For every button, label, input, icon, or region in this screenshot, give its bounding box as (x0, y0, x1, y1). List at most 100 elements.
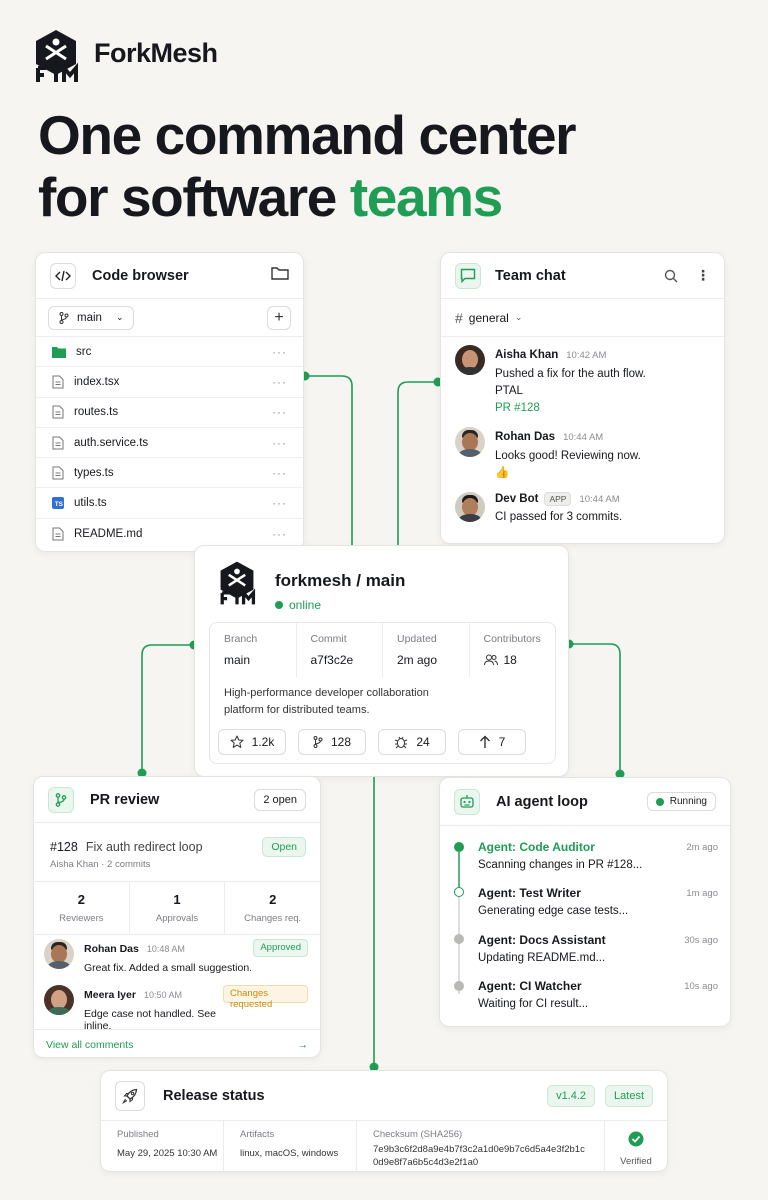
issues-button[interactable]: 24 (378, 729, 446, 755)
agent-time: 1m ago (686, 888, 718, 899)
file-name: utils.ts (74, 497, 107, 510)
file-item[interactable]: TS utils.ts ··· (36, 488, 303, 519)
pr-link[interactable]: PR #128 (495, 400, 646, 417)
ts-file-icon: TS (52, 497, 64, 510)
agent-item[interactable]: Agent: Test Writer Generating edge case … (478, 886, 718, 917)
message-time: 10:44 AM (563, 432, 604, 443)
file-list: src ··· index.tsx ··· routes.ts ··· auth… (36, 337, 303, 549)
pr-meta: Aisha Khan · 2 commits (50, 859, 150, 870)
pr-author: Aisha Khan (50, 859, 99, 870)
repository-card[interactable]: forkmesh / main online Branch main Commit… (194, 545, 569, 777)
message-time: 10:44 AM (579, 493, 620, 505)
more-icon[interactable]: ··· (272, 527, 287, 541)
more-icon[interactable]: ··· (272, 345, 287, 359)
pr-review-card: PR review 2 open #128 Fix auth redirect … (33, 776, 321, 1058)
ts-badge-text: TS (54, 501, 63, 509)
stat-value: 2 (77, 892, 85, 907)
pr-commits: 2 commits (107, 859, 151, 870)
add-file-button[interactable]: + (267, 305, 291, 330)
hero-line-1: One command center (38, 104, 577, 166)
pr-title: Fix auth redirect loop (85, 840, 203, 854)
file-item[interactable]: auth.service.ts ··· (36, 428, 303, 459)
review-body: Rohan Das 10:48 AM Great fix. Added a sma… (84, 939, 252, 974)
stat-label: Approvals (155, 913, 199, 924)
file-icon (52, 466, 64, 480)
file-name: types.ts (74, 466, 114, 479)
agent-item[interactable]: Agent: Docs Assistant Updating README.md… (478, 933, 718, 964)
stat-contributors: Contributors 18 (470, 623, 556, 677)
stars-count: 1.2k (251, 735, 275, 749)
sender-name: Rohan Das (495, 431, 556, 443)
agent-name: Agent: CI Watcher (478, 979, 582, 993)
meta-separator: · (101, 859, 105, 870)
more-icon[interactable]: ··· (272, 496, 287, 510)
more-vertical-icon[interactable]: ⋮ (696, 267, 710, 284)
open-count-badge[interactable]: 2 open (254, 788, 306, 811)
agent-item[interactable]: Agent: Code Auditor Scanning changes in … (478, 840, 718, 871)
pull-request-item[interactable]: #128 Fix auth redirect loop Open (50, 837, 306, 857)
agent-item[interactable]: Agent: CI Watcher Waiting for CI result.… (478, 979, 718, 1010)
users-icon (483, 654, 498, 666)
more-icon[interactable]: ··· (272, 436, 287, 450)
review-item: Rohan Das 10:48 AM Great fix. Added a sma… (44, 939, 308, 974)
pr-review-header: PR review 2 open (34, 777, 320, 823)
hash-icon: # (455, 309, 463, 326)
more-icon[interactable]: ··· (272, 405, 287, 419)
forkmesh-logo (36, 30, 78, 82)
more-icon[interactable]: ··· (272, 466, 287, 480)
file-icon (52, 436, 64, 450)
file-item[interactable]: index.tsx ··· (36, 367, 303, 398)
stat-approvals: 1 Approvals (130, 882, 226, 934)
star-icon (230, 735, 244, 748)
avatar (455, 427, 485, 457)
file-item[interactable]: types.ts ··· (36, 458, 303, 489)
approved-badge: Approved (253, 939, 308, 957)
detail-label: Checksum (SHA256) (373, 1129, 463, 1140)
stars-button[interactable]: 1.2k (218, 729, 286, 755)
file-item[interactable]: src ··· (36, 337, 303, 368)
file-icon (52, 405, 64, 419)
description-line: High-performance developer collaboration (224, 687, 429, 699)
uploads-button[interactable]: 7 (458, 729, 526, 755)
repository-stats: Branch main Commit a7f3c2e Updated 2m ago C… (210, 623, 555, 677)
branch-selector[interactable]: main ⌄ (48, 305, 135, 330)
branch-icon (59, 311, 69, 324)
view-all-comments-link[interactable]: View all comments → (34, 1029, 320, 1059)
file-item[interactable]: routes.ts ··· (36, 398, 303, 428)
stat-label: Contributors (483, 633, 541, 645)
review-time: 10:50 AM (143, 990, 182, 1000)
review-body: Meera Iyer 10:50 AM Edge case not handled… (84, 985, 223, 1032)
file-name: src (76, 345, 92, 358)
agent-time: 10s ago (684, 981, 718, 992)
release-published: Published May 29, 2025 10:30 AM (101, 1121, 224, 1173)
checksum-line: 7e9b3c6f2d8a9e4b7f3c2a1d0e9b7c6d5a4e3f2b… (373, 1144, 585, 1155)
pull-request-icon (48, 786, 74, 813)
sender-name: Dev Bot (495, 493, 539, 505)
search-icon[interactable] (664, 269, 678, 283)
message-time: 10:42 AM (566, 350, 607, 361)
rocket-icon (115, 1080, 145, 1111)
reviewer-name: Rohan Das (84, 943, 139, 955)
agent-status: Scanning changes in PR #128... (478, 859, 643, 871)
message-line: PTAL (495, 385, 523, 397)
timeline-dot-pending (454, 934, 464, 944)
message-text: CI passed for 3 commits. (495, 511, 623, 523)
detail-label: Published (117, 1129, 159, 1140)
hero-line-2: for software teams (38, 166, 575, 228)
forks-button[interactable]: 128 (298, 729, 366, 755)
file-icon (52, 375, 64, 389)
pr-number: #128 (50, 840, 78, 854)
file-icon (52, 527, 64, 541)
release-status-card: Release status v1.4.2 Latest Published Ma… (100, 1070, 668, 1173)
repository-counters: 1.2k 128 24 7 (218, 729, 526, 755)
channel-name: general (468, 310, 509, 325)
brand-name: ForkMesh (94, 38, 218, 68)
channel-selector[interactable]: # general ⌄ (441, 299, 724, 337)
thumbs-up-icon: 👍 (495, 467, 510, 479)
agent-time: 30s ago (684, 935, 718, 946)
description-line: platform for distributed teams. (224, 704, 370, 716)
folder-open-icon[interactable] (271, 266, 289, 286)
release-details: Published May 29, 2025 10:30 AM Artifacts… (101, 1121, 667, 1173)
avatar (455, 345, 485, 375)
more-icon[interactable]: ··· (272, 375, 287, 389)
